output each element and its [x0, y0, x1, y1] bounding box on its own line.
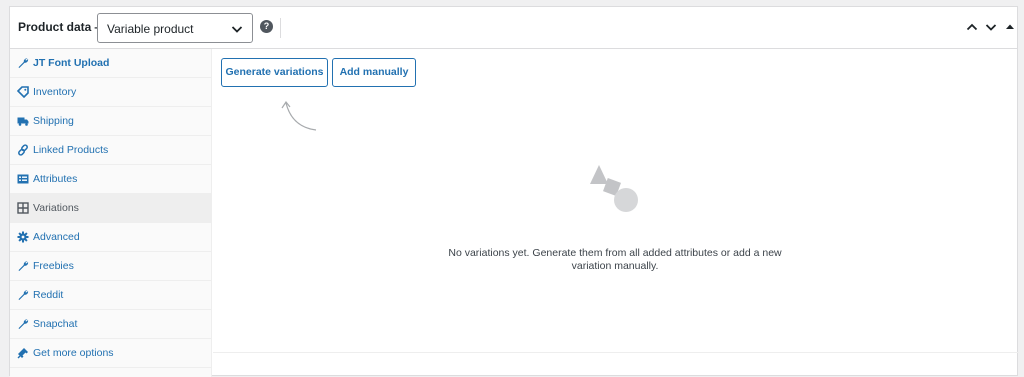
generate-variations-button[interactable]: Generate variations: [221, 58, 328, 87]
tab-freebies[interactable]: Freebies: [10, 252, 212, 281]
move-down-icon[interactable]: [985, 21, 997, 33]
hint-arrow-icon: [281, 100, 317, 131]
tab-attributes[interactable]: Attributes: [10, 165, 212, 194]
list-icon: [17, 174, 29, 184]
tab-label: Reddit: [33, 289, 64, 301]
wrench-icon: [18, 58, 29, 68]
tab-shipping[interactable]: Shipping: [10, 107, 212, 136]
product-type-value: Variable product: [107, 22, 194, 36]
tab-advanced[interactable]: Advanced: [10, 223, 212, 252]
tab-label: Inventory: [33, 86, 77, 98]
tab-label: JT Font Upload: [33, 57, 110, 69]
tab-get-more-options[interactable]: Get more options: [10, 339, 212, 368]
tab-reddit[interactable]: Reddit: [10, 281, 212, 310]
collapse-toggle-icon[interactable]: [1005, 21, 1015, 33]
chevron-down-icon: [231, 26, 243, 33]
tab-label: Advanced: [33, 231, 80, 243]
help-icon[interactable]: ?: [260, 20, 273, 33]
variations-panel: Generate variations Add manually No vari…: [213, 49, 1019, 377]
truck-icon: [17, 117, 29, 126]
tab-jt-font-upload[interactable]: JT Font Upload: [10, 49, 212, 78]
plugin-icon: [17, 348, 28, 359]
product-type-select[interactable]: Variable product: [97, 13, 253, 43]
product-data-tabs: JT Font Upload Inventory Shipping Linked…: [10, 49, 212, 377]
tab-label: Get more options: [33, 347, 114, 359]
tab-linked-products[interactable]: Linked Products: [10, 136, 212, 165]
tag-icon: [17, 86, 29, 98]
tab-label: Shipping: [33, 115, 74, 127]
tab-label: Freebies: [33, 260, 74, 272]
wrench-icon: [18, 261, 29, 271]
tab-inventory[interactable]: Inventory: [10, 78, 212, 107]
wrench-icon: [18, 290, 29, 300]
tab-variations[interactable]: Variations: [10, 194, 212, 223]
shapes-icon: [590, 165, 638, 212]
tab-label: Variations: [33, 202, 79, 214]
move-up-icon[interactable]: [966, 21, 978, 33]
product-data-label: Product data —: [18, 20, 107, 34]
empty-state-message: No variations yet. Generate them from al…: [448, 247, 782, 272]
grid-icon: [17, 202, 29, 214]
add-manually-button[interactable]: Add manually: [332, 58, 416, 87]
gear-icon: [17, 231, 29, 243]
product-data-header: Product data — Variable product ?: [10, 7, 1017, 49]
tab-label: Attributes: [33, 173, 78, 185]
content-divider: [213, 352, 1019, 353]
header-divider: [280, 18, 281, 38]
product-data-panel: Product data — Variable product ? JT Fon…: [9, 6, 1019, 377]
tab-snapchat[interactable]: Snapchat: [10, 310, 212, 339]
wrench-icon: [18, 319, 29, 329]
tab-label: Linked Products: [33, 144, 109, 156]
link-icon: [18, 144, 28, 156]
tab-label: Snapchat: [33, 318, 78, 330]
